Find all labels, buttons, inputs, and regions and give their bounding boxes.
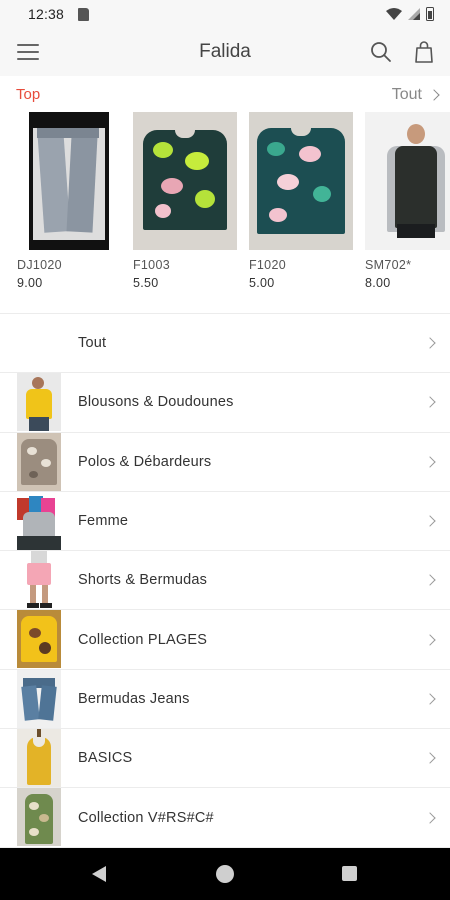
shopping-bag-icon[interactable] — [414, 40, 434, 64]
category-image — [17, 491, 61, 550]
category-image — [17, 610, 61, 669]
chevron-right-icon — [424, 337, 436, 349]
system-nav-bar — [0, 848, 450, 900]
category-image — [17, 551, 61, 610]
sd-card-icon — [78, 7, 90, 21]
category-image — [17, 669, 61, 728]
category-label: Collection PLAGES — [78, 631, 208, 648]
category-row-blousons[interactable]: Blousons & Doudounes — [0, 373, 450, 433]
top-label: Top — [16, 86, 41, 103]
recents-icon[interactable] — [342, 866, 357, 881]
status-bar: 12:38 — [0, 0, 450, 28]
chevron-right-icon — [424, 693, 436, 705]
product-image — [17, 112, 121, 250]
product-code: SM702* — [365, 258, 412, 272]
battery-icon — [426, 7, 434, 21]
product-image — [249, 112, 353, 250]
product-card[interactable]: F1020 5.00 — [249, 112, 353, 290]
category-row-plages[interactable]: Collection PLAGES — [0, 610, 450, 670]
category-row-femme[interactable]: Femme — [0, 491, 450, 552]
category-row-basics[interactable]: BASICS — [0, 729, 450, 789]
app-bar: Falida — [0, 28, 450, 76]
category-image — [17, 432, 61, 491]
chevron-right-icon — [424, 811, 436, 824]
category-label: Collection V#RS#C# — [78, 809, 214, 826]
status-icons — [386, 7, 434, 21]
category-list: Tout Blousons & Doudounes Polos & Débard… — [0, 314, 450, 848]
see-all-label: Tout — [391, 86, 422, 103]
back-icon[interactable] — [92, 866, 106, 882]
chevron-right-icon — [424, 633, 436, 646]
chevron-right-icon — [424, 396, 436, 409]
category-row-bermudas-jeans[interactable]: Bermudas Jeans — [0, 669, 450, 730]
category-label: Shorts & Bermudas — [78, 572, 208, 589]
category-row-tout[interactable]: Tout — [0, 314, 450, 374]
category-row-collection-v[interactable]: Collection V#RS#C# — [0, 788, 450, 848]
category-label: Femme — [78, 513, 129, 530]
chevron-right-icon — [424, 574, 436, 586]
product-code: DJ1020 — [17, 258, 62, 272]
status-time: 12:38 — [28, 6, 65, 22]
chevron-right-icon — [424, 515, 436, 527]
top-products-carousel[interactable]: DJ1020 9.00 F1003 5.50 F1020 5.00 SM702*… — [0, 112, 450, 302]
product-price: 9.00 — [17, 276, 43, 290]
chevron-right-icon — [424, 752, 436, 764]
category-image — [17, 729, 61, 788]
home-icon[interactable] — [216, 865, 234, 883]
search-icon[interactable] — [370, 41, 392, 63]
product-code: F1003 — [133, 258, 170, 272]
product-image — [365, 112, 450, 250]
category-label: BASICS — [78, 750, 133, 767]
chevron-right-icon — [424, 456, 436, 468]
category-row-shorts[interactable]: Shorts & Bermudas — [0, 551, 450, 611]
category-label: Blousons & Doudounes — [78, 394, 234, 411]
category-image — [17, 373, 61, 432]
see-all-link[interactable]: Tout — [391, 86, 440, 104]
category-label: Tout — [78, 335, 107, 352]
top-section-header: Top Tout — [0, 76, 450, 112]
product-price: 5.50 — [133, 276, 159, 290]
signal-icon — [408, 8, 420, 20]
category-label: Polos & Débardeurs — [78, 453, 212, 470]
category-row-polos[interactable]: Polos & Débardeurs — [0, 432, 450, 492]
wifi-icon — [386, 8, 402, 20]
product-price: 5.00 — [249, 276, 275, 290]
product-price: 8.00 — [365, 276, 391, 290]
product-code: F1020 — [249, 258, 286, 272]
product-card[interactable]: DJ1020 9.00 — [17, 112, 121, 290]
product-card[interactable]: SM702* 8.00 — [365, 112, 450, 290]
product-image — [133, 112, 237, 250]
category-image — [17, 788, 61, 847]
category-label: Bermudas Jeans — [78, 690, 190, 707]
chevron-right-icon — [428, 89, 440, 101]
product-card[interactable]: F1003 5.50 — [133, 112, 237, 290]
